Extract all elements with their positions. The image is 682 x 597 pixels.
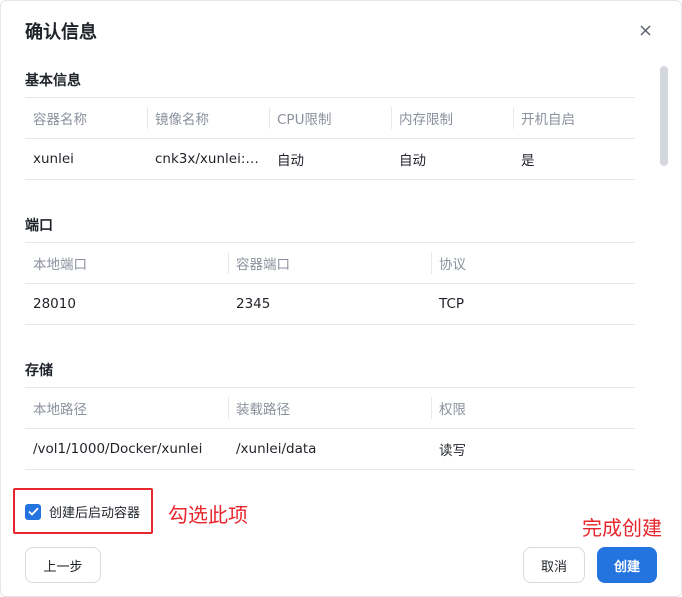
section-title-ports: 端口 — [25, 218, 53, 234]
table-row: xunlei cnk3x/xunlei:lat... 自动 自动 是 — [25, 138, 635, 180]
column-header: 本地端口 — [25, 242, 228, 284]
table-cell: xunlei — [25, 138, 147, 180]
autostart-label: 创建后启动容器 — [49, 506, 141, 521]
table-header-row: 容器名称 镜像名称 CPU限制 内存限制 开机自启 — [25, 97, 635, 139]
column-header: 镜像名称 — [147, 97, 269, 139]
table-row: /vol1/1000/Docker/xunlei /xunlei/data 读写 — [25, 428, 635, 470]
column-header: 内存限制 — [391, 97, 513, 139]
column-header: 装载路径 — [228, 387, 431, 429]
table-row: 28010 2345 TCP — [25, 283, 635, 325]
prev-step-button[interactable]: 上一步 — [25, 547, 101, 583]
autostart-option[interactable]: 创建后启动容器 — [25, 502, 140, 521]
table-cell: /xunlei/data — [228, 428, 431, 470]
basic-info-table: 容器名称 镜像名称 CPU限制 内存限制 开机自启 xunlei cnk3x/x… — [25, 97, 635, 180]
table-cell: 读写 — [431, 428, 635, 470]
ports-table: 本地端口 容器端口 协议 28010 2345 TCP — [25, 242, 635, 325]
table-cell: 是 — [513, 138, 635, 180]
section-title-basic: 基本信息 — [25, 73, 81, 89]
annotation-finish-hint: 完成创建 — [582, 516, 662, 540]
column-header: 容器端口 — [228, 242, 431, 284]
close-icon[interactable] — [636, 21, 654, 39]
table-header-row: 本地路径 装载路径 权限 — [25, 387, 635, 429]
dialog-title: 确认信息 — [25, 22, 97, 43]
table-cell: 2345 — [228, 283, 431, 325]
column-header: 本地路径 — [25, 387, 228, 429]
table-cell: 自动 — [269, 138, 391, 180]
autostart-checkbox[interactable] — [25, 503, 41, 520]
confirm-dialog: 确认信息 基本信息 容器名称 镜像名称 CPU限制 内存限制 开机自启 xunl… — [0, 0, 682, 597]
checkmark-icon — [27, 507, 39, 516]
table-cell: cnk3x/xunlei:lat... — [147, 138, 269, 180]
section-title-storage: 存储 — [25, 363, 53, 379]
table-cell: 28010 — [25, 283, 228, 325]
table-cell: 自动 — [391, 138, 513, 180]
table-cell: TCP — [431, 283, 635, 325]
cancel-button[interactable]: 取消 — [523, 547, 585, 583]
table-cell: /vol1/1000/Docker/xunlei — [25, 428, 228, 470]
column-header: 容器名称 — [25, 97, 147, 139]
annotation-check-hint: 勾选此项 — [168, 503, 248, 527]
table-header-row: 本地端口 容器端口 协议 — [25, 242, 635, 284]
column-header: 协议 — [431, 242, 635, 284]
dialog-content: 基本信息 容器名称 镜像名称 CPU限制 内存限制 开机自启 xunlei cn… — [25, 60, 635, 490]
storage-table: 本地路径 装载路径 权限 /vol1/1000/Docker/xunlei /x… — [25, 387, 635, 470]
column-header: 开机自启 — [513, 97, 635, 139]
scrollbar[interactable] — [660, 66, 668, 166]
column-header: CPU限制 — [269, 97, 391, 139]
column-header: 权限 — [431, 387, 635, 429]
create-button[interactable]: 创建 — [597, 547, 657, 583]
